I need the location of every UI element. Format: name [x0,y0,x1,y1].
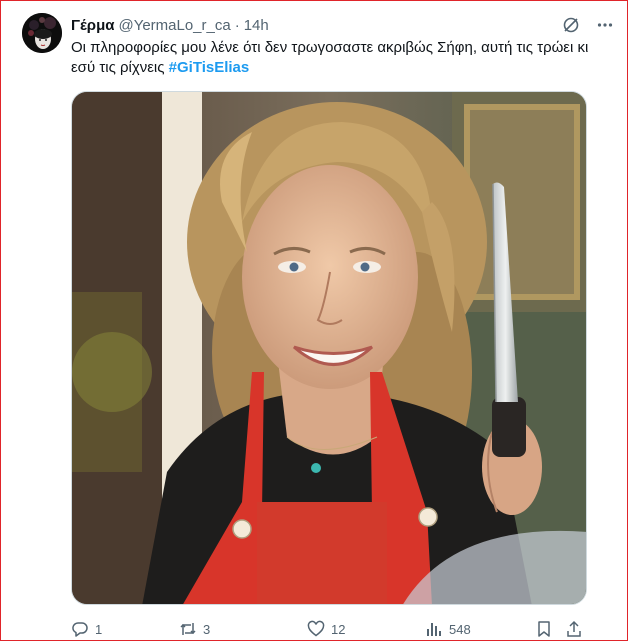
heart-icon [307,620,325,638]
share-button[interactable] [565,620,585,638]
more-icon[interactable] [596,16,614,34]
views-button[interactable]: 548 [425,620,535,638]
avatar-image [22,13,62,53]
reply-count: 1 [95,621,103,637]
share-icon [565,620,583,638]
separator-dot: · [234,16,240,34]
repost-icon [179,620,197,638]
like-button[interactable]: 12 [307,620,425,638]
reply-button[interactable]: 1 [71,620,179,638]
hashtag-link[interactable]: #GiTisElias [169,59,250,76]
repost-button[interactable]: 3 [179,620,307,638]
repost-count: 3 [203,621,211,637]
header-icons [562,16,614,34]
tweet-media[interactable] [71,91,587,605]
tweet-header: Γέρμα @YermaLo_r_ca · 14h [71,14,614,36]
tweet-text: Οι πληροφορίες μου λένε ότι δεν τρωγοσασ… [71,38,601,78]
reply-icon [71,620,89,638]
display-name[interactable]: Γέρμα [71,17,114,34]
views-count: 548 [449,621,471,637]
tweet-body: Οι πληροφορίες μου λένε ότι δεν τρωγοσασ… [71,39,589,76]
user-handle[interactable]: @YermaLo_r_ca [118,17,230,34]
woman-with-knife-photo [72,92,586,604]
bookmark-button[interactable] [535,620,565,638]
like-count: 12 [331,621,346,637]
avatar[interactable] [22,13,62,53]
bookmark-icon [535,620,553,638]
tweet-actions: 1 3 12 548 [71,619,591,639]
views-icon [425,620,443,638]
timestamp[interactable]: 14h [244,17,269,34]
grok-icon[interactable] [562,16,580,34]
